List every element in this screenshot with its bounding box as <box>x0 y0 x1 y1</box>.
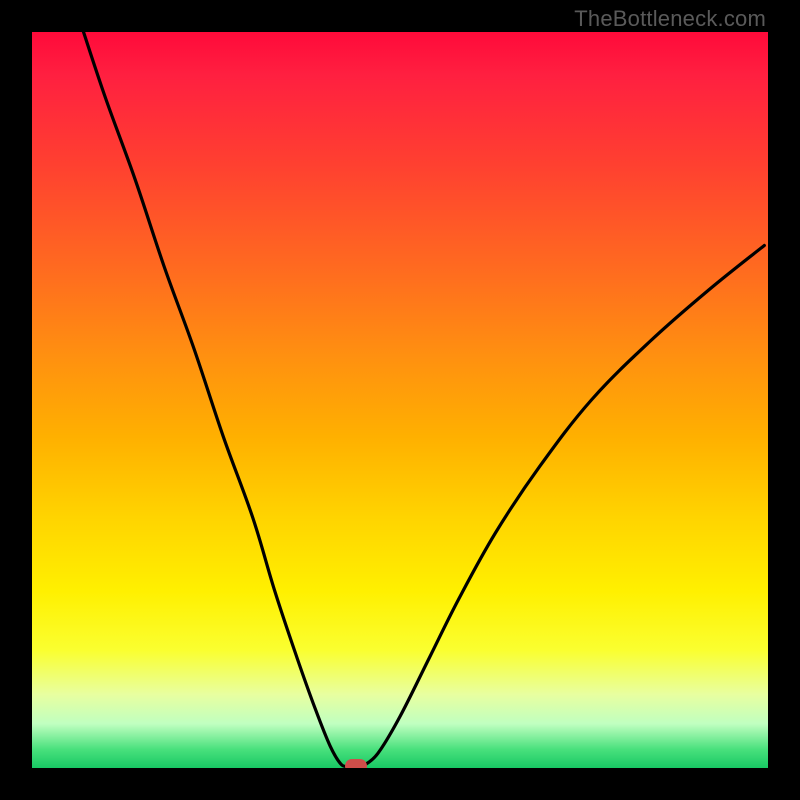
bottleneck-curve <box>32 32 768 768</box>
watermark-text: TheBottleneck.com <box>574 6 766 32</box>
optimum-marker <box>345 759 367 768</box>
plot-area <box>32 32 768 768</box>
